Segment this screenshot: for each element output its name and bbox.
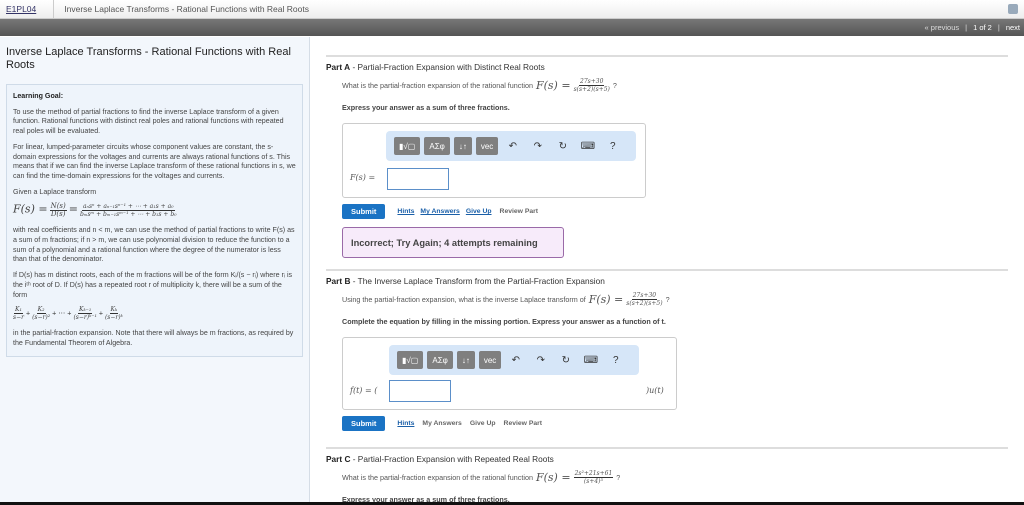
breadcrumb-title: Inverse Laplace Transforms - Rational Fu… (64, 4, 309, 14)
print-icon[interactable] (1008, 4, 1018, 14)
goal-paragraph: with real coefficients and n < m, we can… (13, 226, 295, 264)
arrows-button[interactable]: ↓↑ (453, 137, 472, 155)
my-answers-link[interactable]: My Answers (422, 420, 461, 427)
arrows-button[interactable]: ↓↑ (456, 351, 475, 369)
intro-panel: Inverse Laplace Transforms - Rational Fu… (0, 37, 310, 505)
divider (326, 269, 1008, 271)
divider (326, 55, 1008, 57)
part-b-heading: Part B - The Inverse Laplace Transform f… (326, 276, 605, 286)
greek-button[interactable]: ΑΣφ (424, 137, 450, 155)
undo-icon[interactable]: ↶ (502, 141, 523, 152)
reset-icon[interactable]: ↻ (552, 141, 573, 152)
eq-fraction: N(s) D(s) (49, 202, 67, 219)
divider (326, 447, 1008, 449)
pager-bar: « previous | 1 of 2 | next (0, 19, 1024, 36)
submit-button[interactable]: Submit (342, 204, 386, 219)
eq-dots: + ⋯ + (52, 309, 72, 318)
part-b-instructions: Complete the equation by filling in the … (342, 317, 666, 326)
divider: | (997, 23, 1000, 32)
feedback-message: Incorrect; Try Again; 4 attempts remaini… (342, 227, 564, 258)
templates-button[interactable]: ▮√▢ (397, 351, 424, 369)
part-a-heading: Part A - Partial-Fraction Expansion with… (326, 62, 545, 72)
answer-input[interactable] (389, 380, 451, 402)
math-toolbar: ▮√▢ ΑΣφ ↓↑ vec ↶ ↷ ↻ ⌨ ? (389, 345, 639, 375)
answer-suffix: )u(t) (646, 386, 664, 395)
give-up-link[interactable]: Give Up (466, 208, 492, 215)
page-title: Inverse Laplace Transforms - Rational Fu… (6, 46, 291, 71)
answer-label: f(t) = ( (350, 386, 378, 395)
answer-label: F(s) = (350, 173, 376, 182)
goal-paragraph: For linear, lumped-parameter circuits wh… (13, 142, 296, 180)
redo-icon[interactable]: ↷ (527, 141, 548, 152)
help-icon[interactable]: ? (602, 141, 623, 152)
goal-paragraph: If D(s) has m distinct roots, each of th… (13, 271, 293, 299)
reset-icon[interactable]: ↻ (555, 355, 576, 366)
greek-button[interactable]: ΑΣφ (427, 351, 453, 369)
breadcrumb-link[interactable]: E1PL04 (6, 4, 36, 14)
learning-goal-box: Learning Goal: To use the method of part… (6, 84, 303, 357)
hints-link[interactable]: Hints (397, 420, 414, 427)
breadcrumb-separator (46, 0, 55, 18)
math-toolbar: ▮√▢ ΑΣφ ↓↑ vec ↶ ↷ ↻ ⌨ ? (386, 131, 636, 161)
undo-icon[interactable]: ↶ (505, 355, 526, 366)
part-a-question: What is the partial-fraction expansion o… (342, 78, 617, 93)
eq-sign: = (68, 202, 78, 216)
laplace-equation: F(s) = N(s) D(s) = aₙsⁿ + aₙ₋₁sⁿ⁻¹ + ⋯ + … (13, 202, 296, 219)
part-a-actions: Submit Hints My Answers Give Up Review P… (342, 204, 1008, 219)
part-c-heading: Part C - Partial-Fraction Expansion with… (326, 454, 554, 464)
vec-button[interactable]: vec (478, 351, 502, 369)
keyboard-icon[interactable]: ⌨ (580, 355, 601, 366)
part-a-answer-box: ▮√▢ ΑΣφ ↓↑ vec ↶ ↷ ↻ ⌨ ? F(s) = (342, 123, 646, 198)
submit-button[interactable]: Submit (342, 416, 386, 431)
templates-button[interactable]: ▮√▢ (394, 137, 421, 155)
goal-heading: Learning Goal: (13, 92, 64, 100)
help-icon[interactable]: ? (605, 355, 626, 366)
parts-panel: Part A - Partial-Fraction Expansion with… (326, 55, 1008, 504)
hints-link[interactable]: Hints (397, 208, 414, 215)
eq-fraction: Kₖ₋₁ (s−r)ᵏ⁻¹ (73, 306, 97, 322)
eq-fraction: K₁ s−r (13, 306, 24, 322)
goal-paragraph: To use the method of partial fractions t… (13, 107, 284, 136)
review-part-link[interactable]: Review Part (504, 420, 543, 427)
my-answers-link[interactable]: My Answers (420, 208, 459, 215)
eq-fraction: K₂ (s−r)² (32, 306, 51, 322)
keyboard-icon[interactable]: ⌨ (577, 141, 598, 152)
part-b-answer-box: ▮√▢ ΑΣφ ↓↑ vec ↶ ↷ ↻ ⌨ ? f(t) = ( )u(t) (342, 337, 677, 410)
answer-input[interactable] (387, 168, 449, 190)
give-up-link[interactable]: Give Up (470, 420, 496, 427)
previous-link[interactable]: « previous (925, 23, 960, 32)
goal-paragraph: in the partial-fraction expansion. Note … (13, 329, 294, 347)
vec-button[interactable]: vec (475, 137, 499, 155)
part-b-actions: Submit Hints My Answers Give Up Review P… (342, 416, 1008, 431)
eq-fraction: Kₖ (s−r)ᵏ (104, 306, 123, 322)
review-part-link[interactable]: Review Part (500, 208, 539, 215)
eq-fraction: aₙsⁿ + aₙ₋₁sⁿ⁻¹ + ⋯ + a₁s + a₀ bₘsᵐ + bₘ₋… (79, 203, 177, 219)
page-indicator: 1 of 2 (973, 23, 992, 32)
divider: | (965, 23, 968, 32)
part-c-question: What is the partial-fraction expansion o… (342, 470, 621, 485)
breadcrumb-bar: E1PL04 Inverse Laplace Transforms - Rati… (0, 0, 1024, 19)
part-a-instructions: Express your answer as a sum of three fr… (342, 103, 510, 112)
goal-paragraph: Given a Laplace transform (13, 187, 97, 196)
next-link[interactable]: next (1006, 23, 1020, 32)
repeated-root-sum: K₁ s−r + K₂ (s−r)² + ⋯ + Kₖ₋₁ (s−r)ᵏ⁻¹ + Kₖ… (13, 306, 123, 322)
eq-lhs: F(s) = (13, 202, 48, 216)
redo-icon[interactable]: ↷ (530, 355, 551, 366)
part-b-question: Using the partial-fraction expansion, wh… (342, 292, 670, 307)
